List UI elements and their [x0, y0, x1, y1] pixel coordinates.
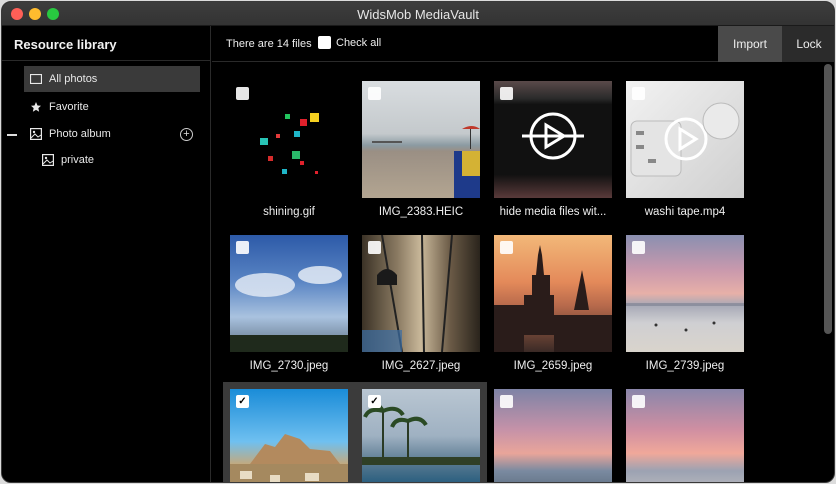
select-checkbox[interactable]: ✓	[368, 395, 381, 408]
select-checkbox[interactable]: ✓	[236, 395, 249, 408]
square-icon	[29, 73, 42, 86]
sidebar-item-label: Favorite	[49, 101, 89, 113]
sidebar-item-label: Photo album	[49, 128, 111, 140]
select-checkbox[interactable]	[500, 241, 513, 254]
sidebar-item-all-photos[interactable]: All photos	[24, 66, 200, 92]
select-checkbox[interactable]	[500, 395, 513, 408]
file-name: IMG_2730.jpeg	[249, 360, 329, 372]
lock-button[interactable]: Lock	[782, 26, 834, 62]
title-bar: WidsMob MediaVault	[2, 2, 834, 26]
select-checkbox[interactable]	[500, 87, 513, 100]
file-name: hide media files wit...	[499, 206, 607, 218]
check-all-checkbox[interactable]: Check all	[318, 36, 381, 49]
select-checkbox[interactable]	[632, 395, 645, 408]
file-count: There are 14 files	[226, 38, 312, 50]
sidebar-item-photo-album[interactable]: Photo album	[24, 121, 200, 147]
select-checkbox[interactable]	[236, 241, 249, 254]
toolbar: There are 14 files Check all Import Lock	[212, 26, 834, 62]
file-name: IMG_2739.jpeg	[645, 360, 725, 372]
media-grid: shining.gif IMG_2383.HEIC hide media fil…	[212, 63, 822, 482]
sidebar-item-label: private	[61, 154, 95, 166]
collapse-album-toggle[interactable]	[7, 134, 17, 136]
check-all-label: Check all	[336, 36, 382, 49]
select-checkbox[interactable]	[368, 87, 381, 100]
sidebar-item-private[interactable]: private	[36, 147, 200, 173]
sidebar: Resource library All photos Favorite Pho…	[2, 26, 211, 482]
sidebar-header: Resource library	[2, 26, 210, 61]
star-icon	[29, 101, 42, 114]
select-checkbox[interactable]	[632, 241, 645, 254]
file-name: shining.gif	[263, 206, 315, 218]
checkbox-box[interactable]	[318, 36, 331, 49]
select-checkbox[interactable]	[236, 87, 249, 100]
sidebar-item-favorite[interactable]: Favorite	[24, 94, 200, 120]
window-title: WidsMob MediaVault	[357, 7, 479, 22]
app-window: WidsMob MediaVault Resource library All …	[1, 1, 835, 483]
image-icon	[41, 154, 54, 167]
grid-scrollbar[interactable]	[824, 64, 832, 334]
file-name: washi tape.mp4	[644, 206, 726, 218]
file-name: IMG_2659.jpeg	[513, 360, 593, 372]
select-checkbox[interactable]	[368, 241, 381, 254]
sidebar-item-label: All photos	[49, 73, 98, 85]
select-checkbox[interactable]	[632, 87, 645, 100]
import-button[interactable]: Import	[718, 26, 782, 62]
image-icon	[29, 128, 42, 141]
add-album-icon[interactable]: +	[180, 128, 193, 141]
file-name: IMG_2627.jpeg	[381, 360, 461, 372]
file-name: IMG_2383.HEIC	[378, 206, 464, 218]
